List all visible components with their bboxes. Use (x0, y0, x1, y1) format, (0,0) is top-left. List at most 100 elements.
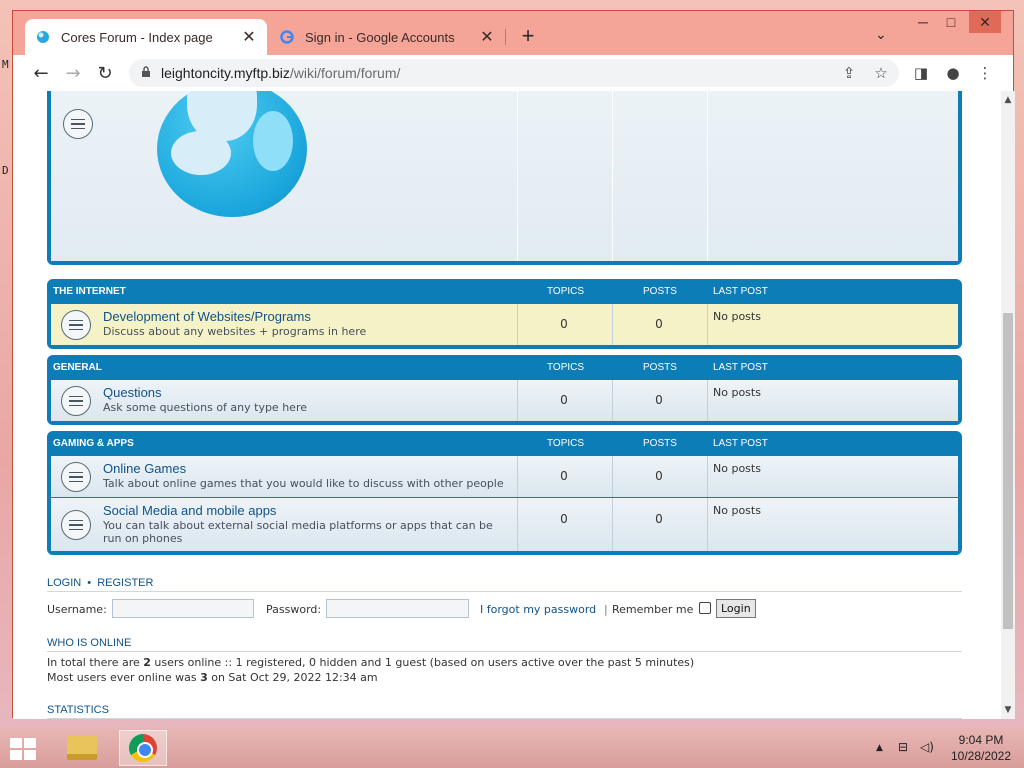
category-title[interactable]: GENERAL (53, 362, 102, 373)
browser-menu-icon[interactable]: ⋮ (973, 61, 997, 85)
profile-avatar-icon[interactable]: ● (941, 61, 965, 85)
share-icon[interactable]: ⇪ (837, 61, 861, 85)
close-tab-icon[interactable]: ✕ (241, 27, 257, 47)
reload-button[interactable]: ↻ (93, 61, 117, 85)
address-bar[interactable]: leightoncity.myftp.biz/wiki/forum/forum/ (129, 59, 899, 87)
forum-description: Talk about online games that you would l… (103, 477, 504, 490)
page-scrollbar[interactable]: ▲ ▼ (1001, 91, 1015, 719)
forum-title-link[interactable]: Online Games (103, 461, 186, 476)
forgot-password-link[interactable]: I forgot my password (480, 603, 596, 616)
side-panel-icon[interactable]: ◨ (909, 61, 933, 85)
login-link[interactable]: LOGIN (47, 577, 81, 589)
volume-icon[interactable]: ◁) (920, 740, 934, 754)
posts-count: 0 (655, 317, 663, 331)
lock-icon[interactable] (141, 65, 151, 81)
system-clock[interactable]: 9:04 PM 10/28/2022 (948, 732, 1014, 764)
login-form: Username: Password: I forgot my password… (47, 599, 962, 621)
file-explorer-icon[interactable] (58, 730, 106, 766)
login-button[interactable]: Login (716, 599, 756, 618)
remember-me-label: Remember me (612, 603, 694, 616)
category-banner-block (47, 91, 962, 265)
online-count: 2 (143, 656, 151, 669)
tab-title: Sign in - Google Accounts (305, 29, 455, 45)
forum-row: Development of Websites/Programs Discuss… (51, 303, 958, 345)
maximize-button[interactable]: □ (935, 11, 967, 33)
col-posts-header: POSTS (643, 438, 677, 449)
forum-title-link[interactable]: Development of Websites/Programs (103, 309, 311, 324)
clock-date: 10/28/2022 (950, 749, 1012, 763)
tab-google-signin[interactable]: Sign in - Google Accounts ✕ (269, 19, 505, 55)
last-post: No posts (713, 462, 761, 475)
new-tab-button[interactable]: + (516, 25, 540, 49)
posts-count: 0 (655, 512, 663, 526)
forward-button[interactable]: → (61, 61, 85, 85)
topics-count: 0 (560, 512, 568, 526)
column-divider (707, 91, 708, 261)
forum-title-link[interactable]: Questions (103, 385, 162, 400)
forum-row: Online Games Talk about online games tha… (51, 455, 958, 497)
network-icon[interactable]: ⊟ (898, 740, 908, 754)
back-button[interactable]: ← (29, 61, 53, 85)
desktop-edge-glyph: D (2, 164, 9, 177)
category-title[interactable]: GAMING & APPS (53, 438, 134, 449)
topics-count: 0 (560, 317, 568, 331)
url-host: leightoncity.myftp.biz (161, 65, 290, 81)
chrome-taskbar-icon[interactable] (119, 730, 167, 766)
category-the-internet: THE INTERNET TOPICS POSTS LAST POST Deve… (47, 279, 962, 349)
login-heading: LOGIN • REGISTER (47, 577, 153, 589)
register-link[interactable]: REGISTER (97, 577, 153, 589)
last-post: No posts (713, 504, 761, 517)
password-label: Password: (266, 603, 322, 616)
online-record: Most users ever online was 3 on Sat Oct … (47, 671, 378, 684)
col-last-post-header: LAST POST (713, 438, 768, 449)
col-topics-header: TOPICS (547, 438, 585, 449)
scroll-down-arrow-icon[interactable]: ▼ (1001, 703, 1015, 717)
tab-search-icon[interactable]: ⌄ (875, 27, 887, 43)
tab-separator (505, 29, 506, 45)
remember-me-checkbox[interactable] (699, 602, 711, 614)
posts-count: 0 (655, 393, 663, 407)
scroll-up-arrow-icon[interactable]: ▲ (1001, 93, 1015, 107)
who-is-online-heading: WHO IS ONLINE (47, 637, 132, 649)
clock-time: 9:04 PM (958, 733, 1004, 747)
password-input[interactable] (326, 599, 469, 618)
col-last-post-header: LAST POST (713, 362, 768, 373)
bookmark-star-icon[interactable]: ☆ (869, 61, 893, 85)
forum-description: You can talk about external social media… (103, 519, 493, 545)
username-input[interactable] (112, 599, 254, 618)
windows-start-icon[interactable] (8, 736, 38, 760)
category-header: GAMING & APPS TOPICS POSTS LAST POST (51, 431, 958, 455)
posts-count: 0 (655, 469, 663, 483)
record-count: 3 (200, 671, 208, 684)
category-gaming-apps: GAMING & APPS TOPICS POSTS LAST POST Onl… (47, 431, 962, 555)
forum-description: Ask some questions of any type here (103, 401, 307, 414)
online-summary: In total there are 2 users online :: 1 r… (47, 656, 695, 669)
banner-row (51, 91, 958, 261)
section-divider (47, 718, 962, 719)
globe-logo-icon (157, 91, 307, 217)
section-divider (47, 591, 962, 592)
close-window-button[interactable]: ✕ (969, 11, 1001, 33)
close-tab-icon[interactable]: ✕ (479, 27, 495, 47)
column-divider (612, 91, 613, 261)
forum-title-link[interactable]: Social Media and mobile apps (103, 503, 276, 518)
category-general: GENERAL TOPICS POSTS LAST POST Questions… (47, 355, 962, 425)
heading-bullet: • (87, 577, 92, 589)
browser-toolbar: ← → ↻ leightoncity.myftp.biz/wiki/forum/… (13, 55, 1013, 91)
tab-cores-forum[interactable]: Cores Forum - Index page ✕ (25, 19, 267, 55)
forum-read-icon (61, 462, 91, 492)
category-title[interactable]: THE INTERNET (53, 286, 126, 297)
scroll-thumb[interactable] (1003, 313, 1013, 629)
topics-count: 0 (560, 393, 568, 407)
last-post: No posts (713, 310, 761, 323)
tray-overflow-icon[interactable]: ▲ (876, 743, 883, 753)
page-viewport: THE INTERNET TOPICS POSTS LAST POST Deve… (13, 91, 1001, 719)
username-label: Username: (47, 603, 107, 616)
column-divider (517, 91, 518, 261)
desktop-edge-glyph: M (2, 58, 9, 71)
url-path: /wiki/forum/forum/ (289, 65, 401, 81)
category-header: GENERAL TOPICS POSTS LAST POST (51, 355, 958, 379)
col-last-post-header: LAST POST (713, 286, 768, 297)
forum-row: Questions Ask some questions of any type… (51, 379, 958, 421)
tab-title: Cores Forum - Index page (61, 29, 213, 45)
